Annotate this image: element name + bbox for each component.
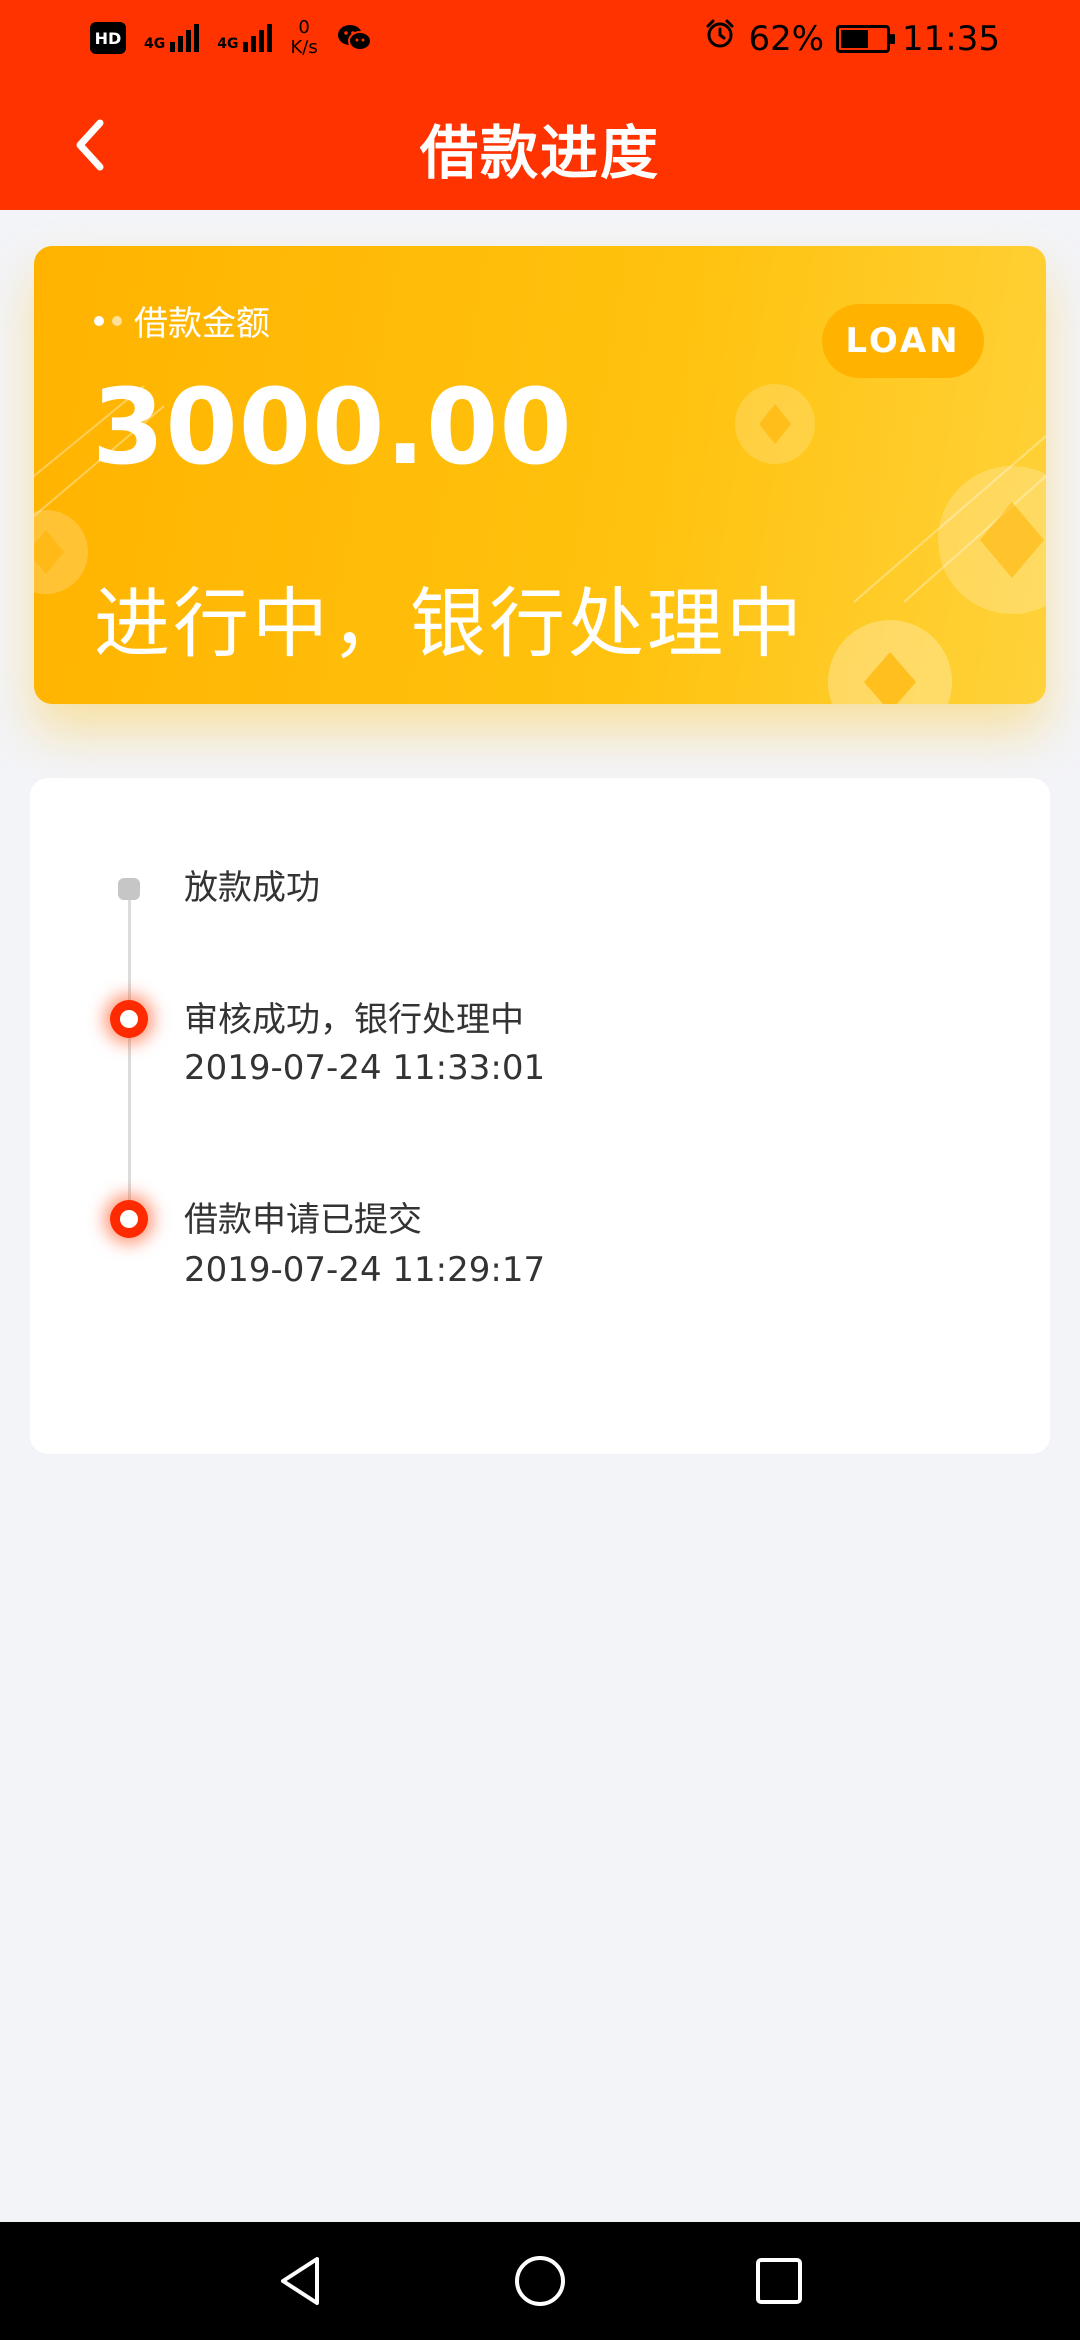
app-header: HD 4G 4G 0 K/s 62% 11:35 借款进度 — [0, 0, 1080, 210]
screen: HD 4G 4G 0 K/s 62% 11:35 借款进度 借款金额 3000.… — [0, 0, 1080, 2340]
loan-card: 借款金额 3000.00 进行中，银行处理中 LOAN — [34, 246, 1046, 704]
network-type-2: 4G — [217, 36, 239, 52]
nav-home-button[interactable] — [507, 2248, 573, 2314]
net-speed-unit: K/s — [290, 37, 318, 58]
battery-icon — [836, 24, 896, 53]
loan-badge: LOAN — [822, 304, 984, 378]
battery-percent: 62% — [748, 18, 825, 59]
signal-icon-1: 4G — [144, 24, 200, 52]
network-type-1: 4G — [144, 36, 166, 52]
loan-status: 进行中，银行处理中 — [94, 579, 805, 668]
nav-recents-button[interactable] — [746, 2248, 812, 2314]
timeline-item-title: 审核成功，银行处理中 — [184, 1000, 524, 1040]
page-title: 借款进度 — [419, 119, 660, 187]
timeline-dot-done — [110, 1000, 148, 1038]
title-bar: 借款进度 — [0, 90, 1080, 210]
net-speed-value: 0 — [298, 17, 310, 38]
timeline-item-time: 2019-07-24 11:33:01 — [184, 1048, 546, 1088]
signal-icon-2: 4G — [217, 24, 273, 52]
timeline-dot-done — [110, 1200, 148, 1238]
loan-amount-label: 借款金额 — [94, 296, 270, 345]
hd-icon: HD — [90, 22, 126, 54]
dots-icon — [94, 315, 122, 326]
status-left: HD 4G 4G 0 K/s — [90, 18, 372, 58]
loan-amount: 3000.00 — [92, 366, 573, 488]
status-bar: HD 4G 4G 0 K/s 62% 11:35 — [0, 0, 1080, 90]
timeline-item-title: 借款申请已提交 — [184, 1200, 422, 1240]
timeline-dot-pending — [118, 878, 140, 900]
wechat-icon — [336, 23, 372, 53]
circle-home-icon — [515, 2256, 565, 2306]
timeline-line — [128, 895, 131, 1215]
timeline-item-time: 2019-07-24 11:29:17 — [184, 1250, 546, 1290]
status-right: 62% 11:35 — [704, 18, 1000, 59]
loan-amount-label-text: 借款金额 — [134, 304, 270, 344]
timeline-item-title: 放款成功 — [184, 868, 320, 908]
alarm-icon — [704, 18, 736, 59]
net-speed: 0 K/s — [290, 18, 317, 58]
status-time: 11:35 — [902, 18, 1000, 59]
system-nav-bar — [0, 2222, 1080, 2340]
progress-card: 放款成功 审核成功，银行处理中 2019-07-24 11:33:01 借款申请… — [30, 778, 1050, 1454]
nav-back-button[interactable] — [268, 2248, 334, 2314]
triangle-back-icon — [281, 2257, 319, 2305]
square-recents-icon — [756, 2258, 802, 2304]
